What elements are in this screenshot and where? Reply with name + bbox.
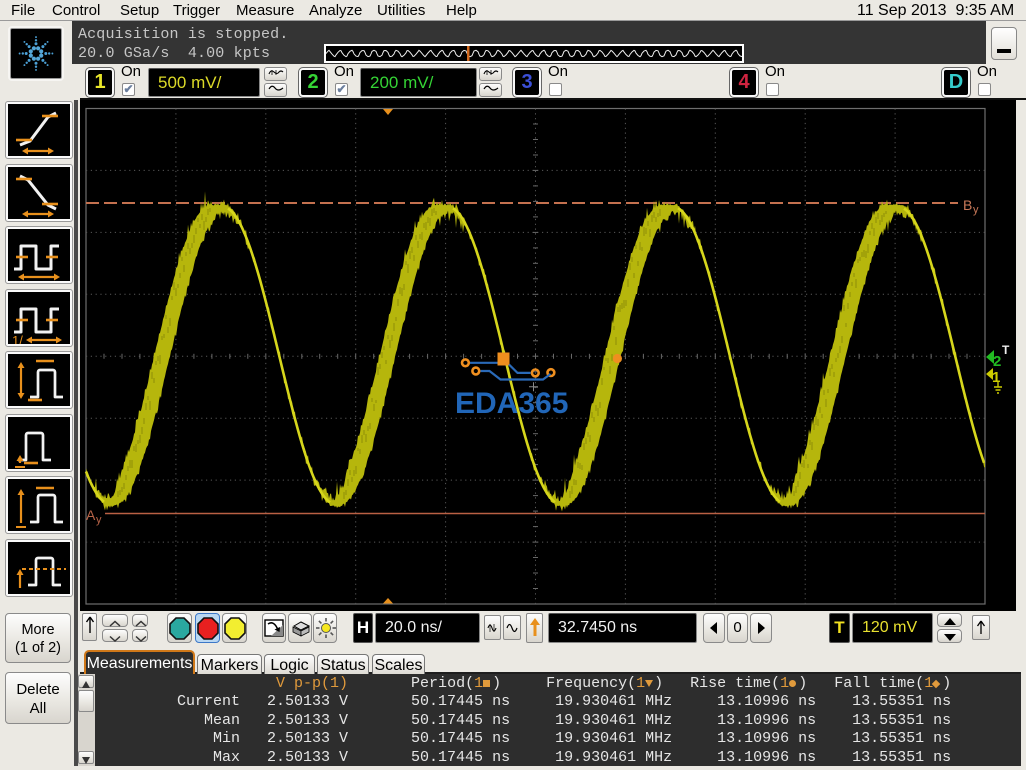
svg-text:y: y	[96, 514, 102, 526]
svg-text:A: A	[86, 507, 96, 523]
svg-text:1: 1	[992, 369, 1000, 386]
svg-text:2: 2	[993, 353, 1001, 370]
svg-text:B: B	[963, 197, 972, 213]
svg-text:1/: 1/	[12, 333, 23, 344]
svg-text:T: T	[1002, 343, 1010, 357]
svg-text:y: y	[973, 204, 979, 216]
svg-text:EDA365: EDA365	[455, 387, 568, 420]
